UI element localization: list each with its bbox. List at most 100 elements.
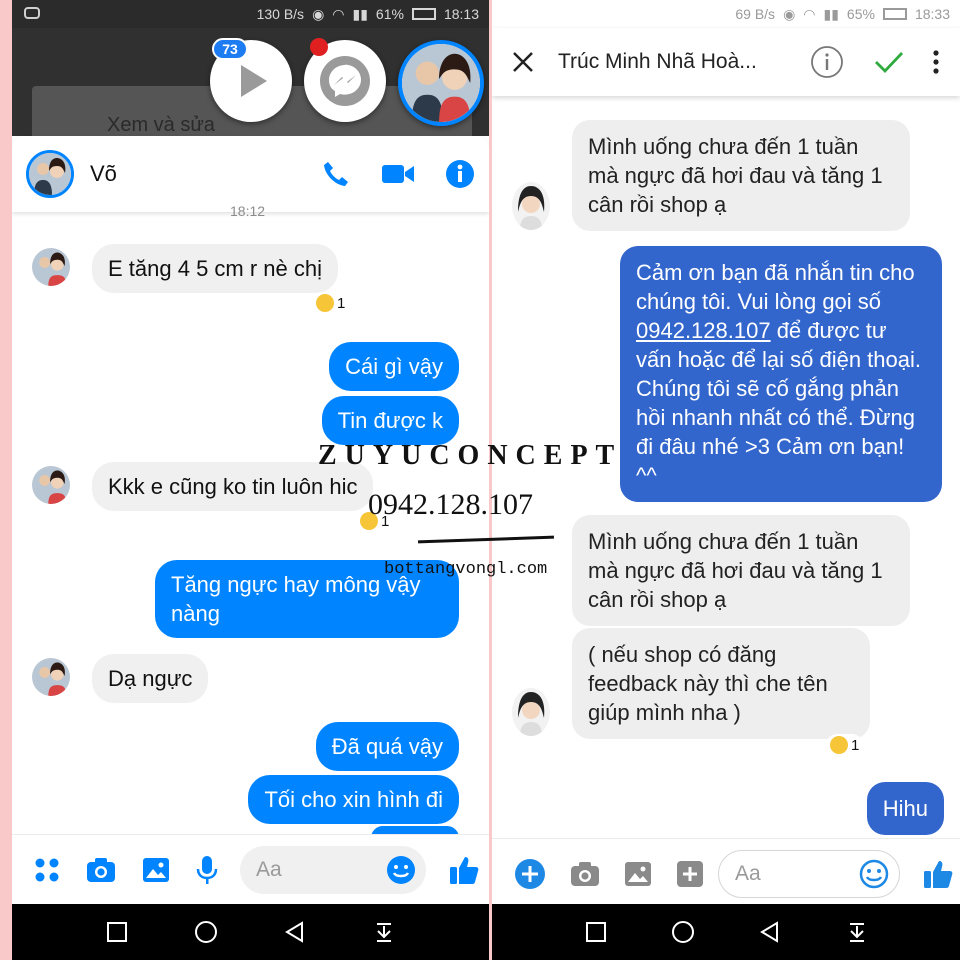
battery-icon (882, 8, 907, 20)
emoji-icon[interactable] (386, 855, 416, 885)
wifi-icon: ◠ (332, 5, 345, 22)
message-bubble[interactable]: E tăng 4 5 cm r nè chị (92, 244, 338, 293)
clock: 18:33 (914, 6, 950, 22)
reaction-count: 1 (337, 294, 346, 312)
video-call-icon[interactable] (381, 162, 415, 186)
signal-icon: ▮▮ (823, 5, 839, 22)
clock: 18:13 (443, 6, 479, 22)
message-bubble[interactable]: Tin được k (321, 396, 459, 445)
reaction-badge[interactable]: 1 (356, 510, 394, 532)
reaction-badge[interactable]: 1 (826, 734, 864, 756)
phone-call-icon[interactable] (321, 159, 351, 189)
right-screen: 69 B/s ◉ ◠ ▮▮ 65% 18:33 Trúc Minh Nhã Ho… (492, 0, 960, 960)
battery-level: 61% (375, 6, 404, 22)
avatar-photo-icon (512, 688, 550, 736)
message-bubble[interactable]: Mình uống chưa đến 1 tuần mà ngực đã hơi… (572, 120, 910, 231)
eye-icon: ◉ (312, 5, 325, 22)
auto-reply-text: Cảm ơn bạn đã nhắn tin cho chúng tôi. Vu… (636, 260, 915, 314)
composer-bar: Aa (12, 834, 489, 904)
emoji-icon[interactable] (859, 859, 889, 889)
net-speed: 130 B/s (256, 6, 305, 22)
background-text: Xem và sửa (107, 114, 215, 136)
unread-badge: 73 (212, 38, 248, 60)
info-icon[interactable] (445, 159, 475, 189)
close-icon[interactable] (512, 51, 534, 73)
android-nav-bar (12, 904, 489, 960)
avatar-photo-icon (29, 153, 71, 195)
eye-icon: ◉ (783, 5, 796, 22)
back-icon[interactable] (757, 919, 783, 945)
back-icon[interactable] (282, 919, 308, 945)
android-nav-bar (492, 904, 960, 960)
recent-apps-icon[interactable] (583, 919, 609, 945)
message-bubble[interactable]: Tăng ngực hay mông vậy nàng (155, 560, 459, 638)
composer-bar: Aa (492, 838, 960, 908)
camera-icon[interactable] (86, 857, 116, 883)
message-bubble[interactable]: Hihu (866, 782, 944, 835)
avatar-photo-icon (32, 658, 70, 696)
wifi-icon: ◠ (803, 5, 816, 22)
home-icon[interactable] (193, 919, 219, 945)
sender-avatar (32, 248, 70, 286)
left-screen: 130 B/s ◉ ◠ ▮▮ 61% 18:13 Xem và sửa 73 V… (12, 0, 489, 960)
avatar-photo-icon (32, 248, 70, 286)
home-icon[interactable] (670, 919, 696, 945)
info-icon[interactable] (810, 45, 844, 79)
contact-name: Võ (90, 161, 117, 186)
car-icon (24, 7, 40, 19)
notification-dot (310, 38, 328, 56)
reaction-badge[interactable]: 1 (312, 292, 350, 314)
more-options-icon[interactable] (932, 49, 940, 75)
recent-apps-icon[interactable] (104, 919, 130, 945)
message-bubble[interactable]: Dạ ngực (92, 654, 209, 703)
reaction-count: 1 (381, 512, 390, 530)
net-speed: 69 B/s (735, 6, 776, 22)
status-bar: 69 B/s ◉ ◠ ▮▮ 65% 18:33 (492, 0, 960, 28)
conversation-header: Trúc Minh Nhã Hoà... (492, 28, 960, 96)
sticker-add-icon[interactable] (676, 860, 704, 888)
auto-reply-bubble[interactable]: Cảm ơn bạn đã nhắn tin cho chúng tôi. Vu… (620, 246, 942, 502)
avatar-photo-icon (32, 466, 70, 504)
message-input[interactable]: Aa (240, 845, 426, 894)
message-bubble[interactable]: ( nếu shop có đăng feedback này thì che … (572, 628, 870, 739)
message-input[interactable]: Aa (718, 849, 900, 898)
gallery-icon[interactable] (624, 861, 652, 887)
sender-avatar (512, 182, 550, 230)
microphone-icon[interactable] (196, 855, 218, 885)
phone-link[interactable]: 0942.128.107 (636, 318, 771, 343)
more-apps-icon[interactable] (34, 857, 60, 883)
camera-icon[interactable] (570, 861, 600, 887)
message-bubble[interactable]: Cái gì vậy (329, 342, 459, 391)
notification-pull-icon[interactable] (371, 919, 397, 945)
checkmark-icon[interactable] (874, 50, 904, 74)
laugh-emoji-icon (360, 512, 378, 530)
contact-photo-icon (402, 44, 480, 122)
composer-placeholder: Aa (735, 861, 761, 885)
conversation-header: Võ (12, 136, 489, 212)
timestamp: 18:12 (230, 203, 266, 219)
avatar-photo-icon (512, 182, 550, 230)
play-icon (241, 65, 267, 97)
message-bubble[interactable]: Đã quá vậy (315, 722, 459, 771)
contact-avatar[interactable] (26, 150, 74, 198)
status-bar: 130 B/s ◉ ◠ ▮▮ 61% 18:13 (12, 0, 489, 28)
contact-chat-head[interactable] (398, 40, 484, 126)
signal-icon: ▮▮ (352, 5, 368, 22)
add-icon[interactable] (514, 858, 546, 890)
message-bubble[interactable]: Mình uống chưa đến 1 tuần mà ngực đã hơi… (572, 515, 910, 626)
battery-level: 65% (846, 6, 875, 22)
thumbs-up-icon[interactable] (922, 858, 954, 890)
thumbs-up-icon[interactable] (448, 854, 480, 886)
sender-avatar (32, 466, 70, 504)
gallery-icon[interactable] (142, 857, 170, 883)
sender-avatar (512, 688, 550, 736)
auto-reply-text: để được tư vấn hoặc để lại số điện thoại… (636, 318, 921, 488)
reaction-count: 1 (851, 736, 860, 754)
laugh-emoji-icon (316, 294, 334, 312)
battery-icon (411, 8, 436, 20)
notification-pull-icon[interactable] (844, 919, 870, 945)
composer-placeholder: Aa (256, 857, 282, 881)
heart-eyes-emoji-icon (830, 736, 848, 754)
message-bubble[interactable]: Tối cho xin hình đi (248, 775, 459, 824)
message-bubble[interactable]: Kkk e cũng ko tin luôn hic (92, 462, 374, 511)
